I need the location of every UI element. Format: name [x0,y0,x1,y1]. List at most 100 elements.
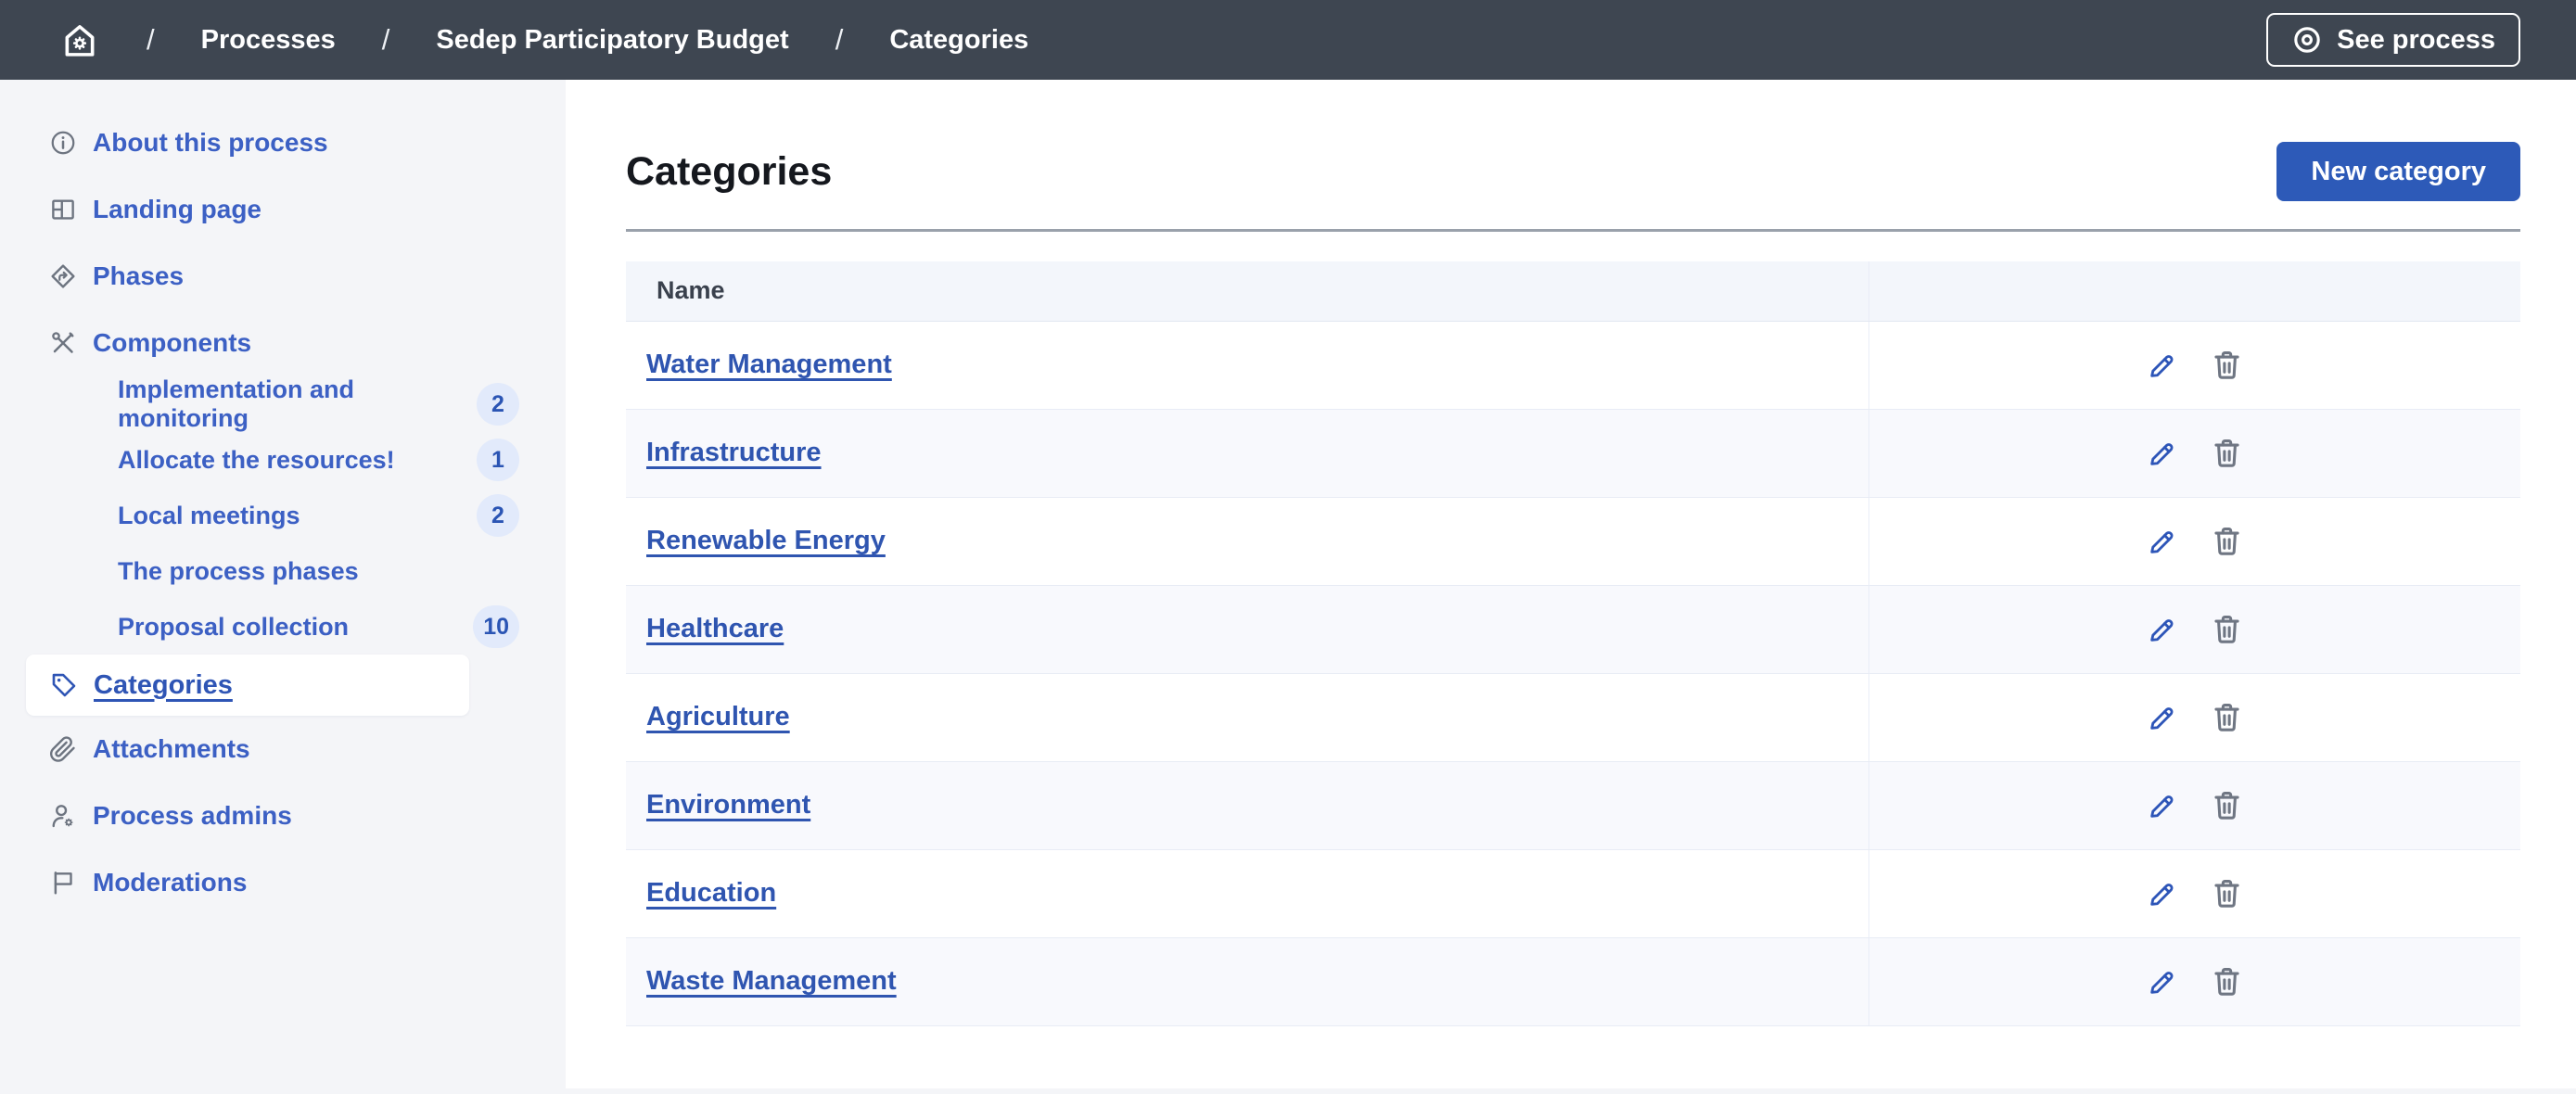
paperclip-icon [49,735,77,763]
category-link[interactable]: Water Management [646,350,892,379]
sidebar-component-proposal-collection[interactable]: Proposal collection 10 [0,599,566,655]
delete-category-button[interactable] [2209,963,2246,1000]
edit-category-button[interactable] [2144,347,2181,384]
sidebar-item-label: Attachments [93,734,250,764]
edit-category-button[interactable] [2144,787,2181,824]
main-header: Categories New category [626,142,2520,201]
breadcrumb-current-page: Categories [889,25,1028,56]
sidebar-item-label: Categories [94,670,233,701]
component-label: Local meetings [118,502,300,530]
phases-icon [49,262,77,290]
category-link[interactable]: Waste Management [646,966,897,996]
header-divider [626,229,2520,232]
see-process-label: See process [2337,25,2495,56]
delete-category-button[interactable] [2209,435,2246,472]
eye-icon [2291,24,2323,56]
sidebar-item-components[interactable]: Components [0,310,566,376]
sidebar-item-landing-page[interactable]: Landing page [0,176,566,243]
pencil-icon [2147,790,2178,821]
flag-icon [49,869,77,897]
sidebar-item-moderations[interactable]: Moderations [0,849,566,916]
topbar: / Processes / Sedep Participatory Budget… [0,0,2576,80]
table-header-row: Name [626,261,2520,322]
table-row: Waste Management [626,937,2520,1025]
sidebar-item-process-admins[interactable]: Process admins [0,782,566,849]
see-process-button[interactable]: See process [2266,13,2520,67]
table-row: Environment [626,761,2520,849]
trash-icon [2210,964,2244,999]
trash-icon [2210,348,2244,382]
component-count-badge: 10 [473,605,519,648]
breadcrumb-separator: / [382,23,390,57]
trash-icon [2210,700,2244,734]
pencil-icon [2147,614,2178,645]
sidebar-item-attachments[interactable]: Attachments [0,716,566,782]
sidebar-item-label: Landing page [93,195,261,224]
breadcrumb-process-name[interactable]: Sedep Participatory Budget [436,25,788,56]
delete-category-button[interactable] [2209,875,2246,912]
edit-category-button[interactable] [2144,699,2181,736]
trash-icon [2210,876,2244,910]
category-link[interactable]: Renewable Energy [646,526,886,555]
layout-icon [49,196,77,223]
sidebar-component-the-process-phases[interactable]: The process phases [0,543,566,599]
edit-category-button[interactable] [2144,435,2181,472]
category-link[interactable]: Education [646,878,776,908]
user-gear-icon [49,802,77,830]
breadcrumb: / Processes / Sedep Participatory Budget… [59,21,1028,59]
tools-icon [49,329,77,357]
trash-icon [2210,524,2244,558]
trash-icon [2210,612,2244,646]
name-column-header: Name [626,261,1868,322]
tag-icon [50,671,78,699]
breadcrumb-separator: / [835,23,844,57]
pencil-icon [2147,878,2178,910]
table-row: Education [626,849,2520,937]
sidebar-item-phases[interactable]: Phases [0,243,566,310]
category-link[interactable]: Healthcare [646,614,784,643]
footer-strip [566,1088,2576,1094]
edit-category-button[interactable] [2144,963,2181,1000]
category-link[interactable]: Environment [646,790,810,820]
sidebar-component-allocate-the-resources[interactable]: Allocate the resources! 1 [0,432,566,488]
pencil-icon [2147,526,2178,557]
trash-icon [2210,436,2244,470]
category-link[interactable]: Infrastructure [646,438,822,467]
categories-table: Name Water Management Infrastructure [626,261,2520,1026]
sidebar-item-categories-selected[interactable]: Categories [26,655,469,716]
edit-category-button[interactable] [2144,523,2181,560]
delete-category-button[interactable] [2209,611,2246,648]
table-row: Water Management [626,321,2520,409]
sidebar-item-label: Process admins [93,801,292,831]
breadcrumb-processes[interactable]: Processes [201,25,336,56]
table-row: Agriculture [626,673,2520,761]
new-category-button[interactable]: New category [2276,142,2520,201]
sidebar-item-label: Components [93,328,251,358]
pencil-icon [2147,702,2178,733]
pencil-icon [2147,350,2178,381]
sidebar-component-local-meetings[interactable]: Local meetings 2 [0,488,566,543]
table-row: Healthcare [626,585,2520,673]
pencil-icon [2147,966,2178,998]
trash-icon [2210,788,2244,822]
home-gear-icon [59,21,100,59]
sidebar-item-label: About this process [93,128,328,158]
edit-category-button[interactable] [2144,875,2181,912]
sidebar-component-implementation-and-monitoring[interactable]: Implementation and monitoring 2 [0,376,566,432]
info-icon [49,129,77,157]
delete-category-button[interactable] [2209,699,2246,736]
delete-category-button[interactable] [2209,523,2246,560]
main-content: Categories New category Name Water Manag… [566,80,2576,1094]
table-row: Infrastructure [626,409,2520,497]
component-label: The process phases [118,557,359,586]
page-title: Categories [626,152,832,192]
component-label: Allocate the resources! [118,446,395,475]
component-count-badge: 2 [477,383,519,426]
component-label: Implementation and monitoring [118,375,477,433]
edit-category-button[interactable] [2144,611,2181,648]
category-link[interactable]: Agriculture [646,702,790,731]
delete-category-button[interactable] [2209,787,2246,824]
breadcrumb-home-link[interactable] [59,21,100,59]
delete-category-button[interactable] [2209,347,2246,384]
sidebar-item-about-this-process[interactable]: About this process [0,109,566,176]
